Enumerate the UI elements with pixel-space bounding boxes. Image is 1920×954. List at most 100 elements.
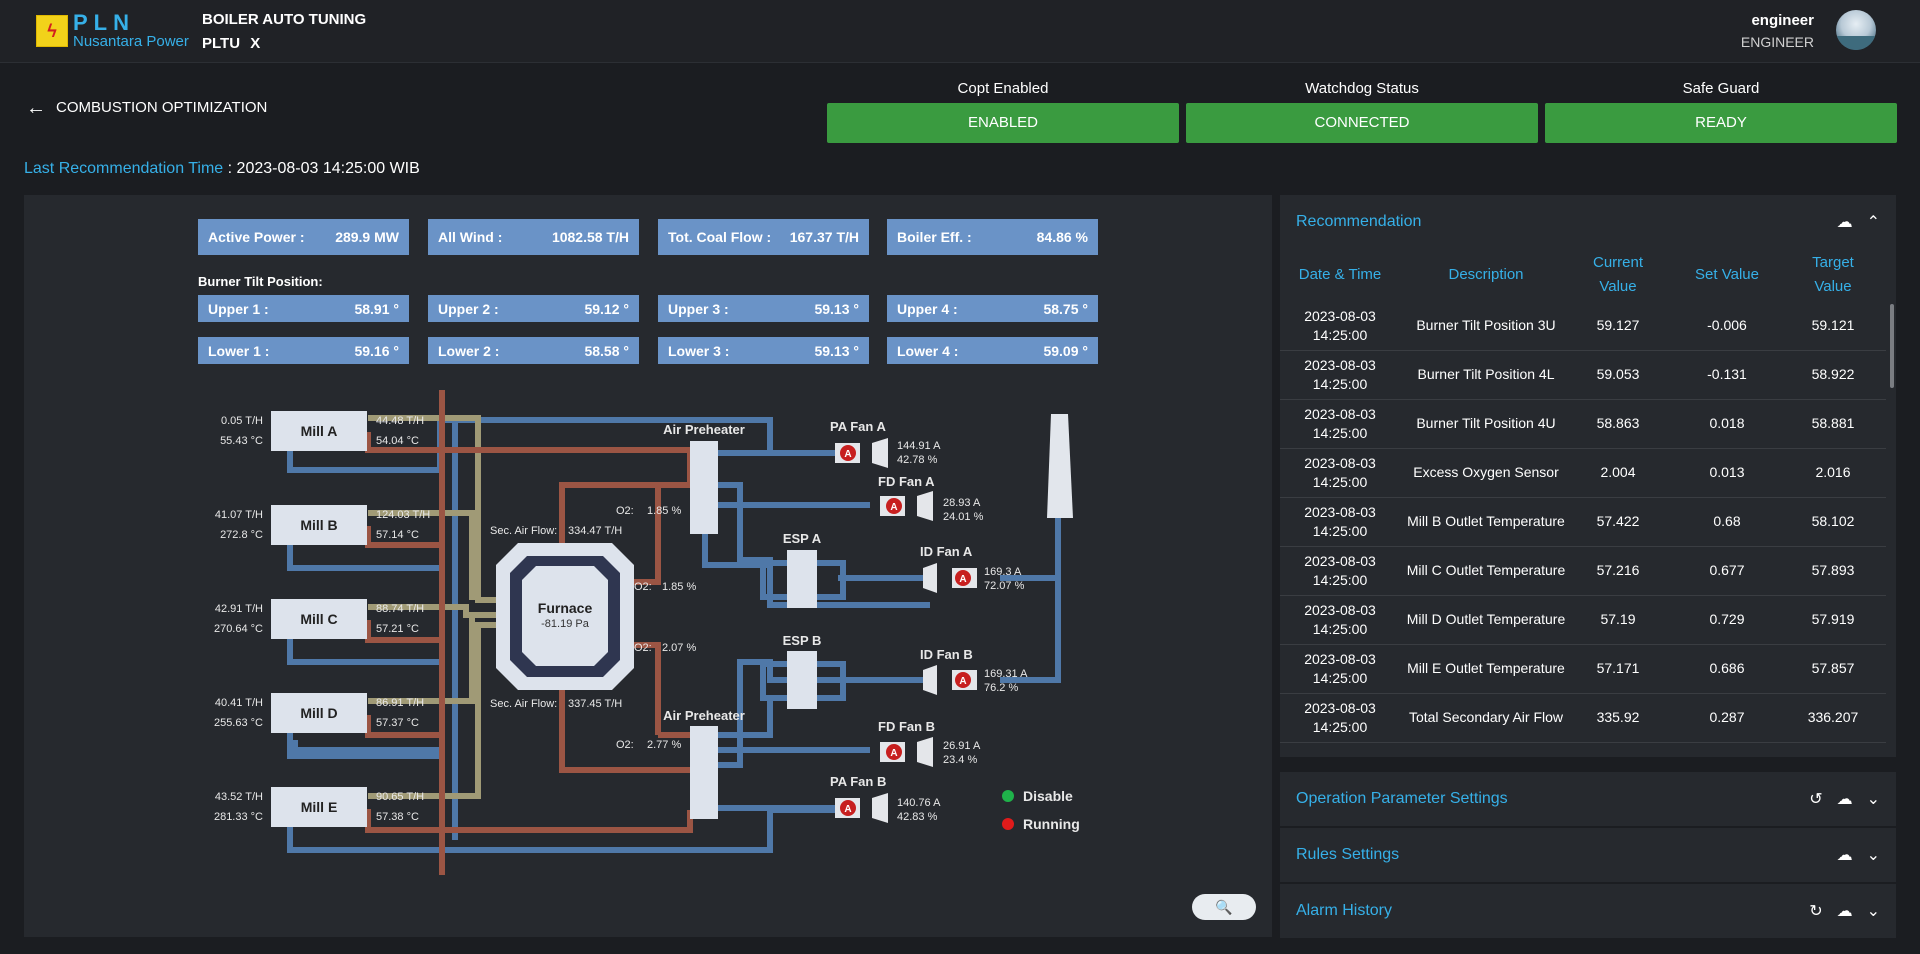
zoom-button[interactable]: 🔍 (1192, 894, 1256, 920)
legend: Disable Running (1002, 788, 1080, 832)
table-row[interactable]: 2023-08-03 14:25:00 Mill C Outlet Temperat… (1280, 546, 1886, 596)
table-row[interactable]: 2023-08-03 14:25:00 Burner Tilt Position 4… (1280, 399, 1886, 449)
cell-current: 59.053 (1596, 366, 1640, 382)
chevron-down-icon[interactable]: ⌄ (1867, 845, 1880, 865)
mill-e-temp-out: 57.38 °C (376, 811, 419, 823)
cell-set: -0.006 (1707, 317, 1747, 333)
column-header-current[interactable]: Current Value (1580, 249, 1656, 301)
cloud-download-icon[interactable]: ☁ (1837, 212, 1853, 232)
table-row[interactable]: 2023-08-03 14:25:00 Excess Oxygen Sensor 2.… (1280, 448, 1886, 498)
cell-set (1689, 742, 1765, 757)
cell-set: 0.686 (1709, 660, 1745, 676)
cell-time: 14:25:00 (1312, 424, 1368, 441)
table-row[interactable]: 2023-08-03 (1280, 742, 1886, 757)
table-row[interactable]: 2023-08-03 14:25:00 Mill D Outlet Temperat… (1280, 595, 1886, 645)
esp-a-label: ESP A (783, 531, 822, 546)
cell-current: 57.171 (1596, 660, 1640, 676)
chevron-down-icon[interactable]: ⌄ (1867, 901, 1880, 921)
user-name[interactable]: engineer (1751, 12, 1814, 29)
cloud-download-icon[interactable]: ☁ (1837, 901, 1853, 921)
o2-4-label: O2: (616, 739, 634, 751)
furnace-pressure: -81.19 Pa (541, 618, 590, 630)
cell-target: 57.919 (1811, 611, 1855, 627)
mill-e-label: Mill E (301, 799, 338, 815)
cloud-download-icon[interactable]: ☁ (1837, 789, 1853, 809)
table-scrollbar[interactable] (1890, 304, 1894, 388)
sec-air-flow-b-value: 337.45 T/H (568, 698, 622, 710)
cell-date: 2023-08-03 (1304, 356, 1376, 373)
table-row[interactable]: 2023-08-03 14:25:00 Burner Tilt Position 3… (1280, 301, 1886, 351)
fan-percent: 23.4 % (943, 754, 977, 766)
fan-status: A (959, 676, 966, 687)
rules-settings-header[interactable]: Rules Settings ☁ ⌄ (1280, 828, 1896, 882)
fan-percent: 24.01 % (943, 511, 984, 523)
alarm-history-header[interactable]: Alarm History ↻ ☁ ⌄ (1280, 884, 1896, 938)
cell-datetime: 2023-08-03 (1280, 742, 1400, 757)
id-fan-a[interactable]: A ID Fan A 169.3 A 72.07 % (920, 544, 1025, 593)
status-label: Safe Guard (1682, 80, 1760, 97)
esp-b[interactable] (787, 651, 817, 709)
cell-target: 58.102 (1811, 513, 1855, 529)
table-row[interactable]: 2023-08-03 14:25:00 Burner Tilt Position 4… (1280, 350, 1886, 400)
cell-desc: Mill D Outlet Temperature (1406, 611, 1566, 627)
column-header-target[interactable]: Target Value (1795, 249, 1871, 301)
table-row[interactable]: 2023-08-03 14:25:00 Total Secondary Air Fl… (1280, 693, 1886, 743)
cell-time: 14:25:00 (1312, 620, 1368, 637)
pa-fan-b[interactable]: A PA Fan B 140.76 A 42.83 % (830, 774, 941, 823)
column-header-datetime[interactable]: Date & Time (1280, 249, 1400, 301)
chevron-up-icon[interactable]: ⌃ (1867, 212, 1880, 232)
cell-current: 57.422 (1596, 513, 1640, 529)
air-preheater-b[interactable] (690, 726, 718, 819)
fan-current: 169.31 A (984, 668, 1028, 680)
fd-fan-b[interactable]: A FD Fan B 26.91 A 23.4 % (878, 719, 981, 767)
cell-date: 2023-08-03 (1304, 503, 1376, 520)
mill-d-label: Mill D (300, 705, 337, 721)
pa-fan-a[interactable]: A PA Fan A 144.91 A 42.78 % (830, 419, 941, 468)
cell-target: 57.893 (1811, 562, 1855, 578)
cell-desc: Mill C Outlet Temperature (1406, 562, 1566, 578)
operation-parameter-settings-header[interactable]: Operation Parameter Settings ↺ ☁ ⌄ (1280, 772, 1896, 826)
air-preheater-a[interactable] (690, 441, 718, 534)
recommendation-table: Date & Time Description Current Value Se… (1280, 249, 1896, 757)
cell-target (1795, 742, 1871, 757)
chevron-down-icon[interactable]: ⌄ (1867, 789, 1880, 809)
cell-desc: Burner Tilt Position 4U (1416, 415, 1556, 431)
o2-1-value: 1.85 % (647, 505, 681, 517)
section-title: Alarm History (1296, 902, 1393, 919)
cell-current: 58.863 (1596, 415, 1640, 431)
cloud-download-icon[interactable]: ☁ (1837, 845, 1853, 865)
mill-c-flow: 88.74 T/H (376, 603, 424, 615)
cell-date: 2023-08-03 (1304, 601, 1376, 618)
cell-time: 14:25:00 (1312, 718, 1368, 735)
furnace[interactable]: Furnace -81.19 Pa (496, 543, 634, 690)
id-fan-b[interactable]: A ID Fan B 169.31 A 76.2 % (920, 647, 1028, 695)
fan-current: 26.91 A (943, 740, 981, 752)
legend-running-label: Running (1023, 816, 1080, 832)
fd-fan-a[interactable]: A FD Fan A 28.93 A 24.01 % (878, 474, 984, 523)
fan-name: ID Fan A (920, 544, 973, 559)
mill-a-label: Mill A (301, 423, 338, 439)
cell-time: 14:25:00 (1312, 473, 1368, 490)
section-actions: ↺ ☁ ⌄ (1809, 789, 1880, 809)
cell-datetime: 2023-08-03 14:25:00 (1280, 644, 1400, 693)
column-header-set[interactable]: Set Value (1689, 249, 1765, 301)
cell-set: 0.287 (1709, 709, 1745, 725)
cell-desc: Mill B Outlet Temperature (1407, 513, 1565, 529)
mill-c-label: Mill C (300, 611, 337, 627)
table-row[interactable]: 2023-08-03 14:25:00 Mill E Outlet Temperat… (1280, 644, 1886, 694)
fans: A PA Fan A 144.91 A 42.78 % A FD Fan A 2… (830, 419, 1028, 823)
fan-current: 144.91 A (897, 440, 941, 452)
avatar[interactable] (1836, 10, 1876, 50)
column-header-description[interactable]: Description (1400, 249, 1572, 301)
esp-a[interactable] (787, 550, 817, 608)
mill-d-coal: 40.41 T/H (215, 697, 263, 709)
refresh-icon[interactable]: ↻ (1809, 901, 1822, 921)
cell-time: 14:25:00 (1312, 375, 1368, 392)
recommendation-header[interactable]: Recommendation ☁ ⌃ (1280, 195, 1896, 249)
fan-current: 140.76 A (897, 797, 941, 809)
mill-e-flow: 90.65 T/H (376, 791, 424, 803)
safe-guard-button[interactable]: READY (1545, 103, 1897, 143)
section-title: Rules Settings (1296, 846, 1400, 863)
table-row[interactable]: 2023-08-03 14:25:00 Mill B Outlet Temperat… (1280, 497, 1886, 547)
history-icon[interactable]: ↺ (1809, 789, 1822, 809)
